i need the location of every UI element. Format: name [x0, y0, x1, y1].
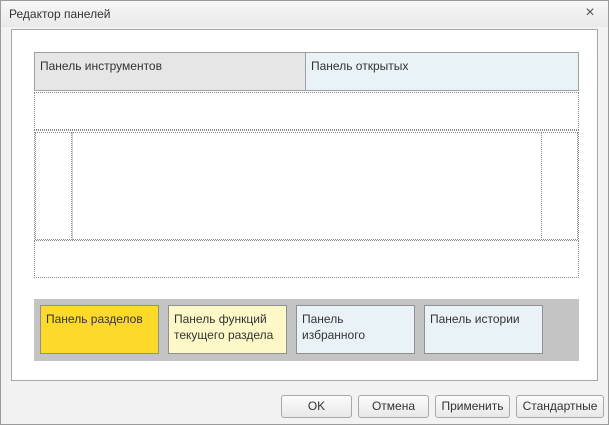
close-icon[interactable]: × [582, 5, 598, 21]
cancel-button[interactable]: Отмена [358, 395, 429, 418]
top-panel-row: Панель инструментов Панель открытых [34, 52, 579, 91]
panel-editor-window: Редактор панелей × Панель инструментов П… [0, 0, 609, 425]
apply-button[interactable]: Применить [435, 395, 510, 418]
drop-zone-top[interactable] [34, 92, 579, 130]
open-items-panel-slot[interactable]: Панель открытых [306, 53, 578, 90]
title-bar: Редактор панелей × [1, 1, 608, 27]
drop-zone-left[interactable] [35, 132, 72, 240]
defaults-button[interactable]: Стандартные [516, 395, 604, 418]
toolbar-panel-slot[interactable]: Панель инструментов [35, 53, 306, 90]
sections-panel-item[interactable]: Панель разделов [40, 305, 159, 354]
window-title: Редактор панелей [9, 7, 111, 21]
panel-layout-area: Панель инструментов Панель открытых Пане… [11, 29, 598, 381]
drop-zone-right[interactable] [541, 132, 578, 240]
available-panels-palette: Панель разделов Панель функций текущего … [34, 299, 579, 361]
favorites-panel-item[interactable]: Панель избранного [296, 305, 415, 354]
drop-zone-bottom[interactable] [34, 240, 579, 278]
ok-button[interactable]: OK [281, 395, 352, 418]
history-panel-item[interactable]: Панель истории [424, 305, 543, 354]
dialog-buttons: OK Отмена Применить Стандартные [1, 395, 608, 419]
work-area [72, 132, 542, 240]
section-functions-panel-item[interactable]: Панель функций текущего раздела [168, 305, 287, 354]
